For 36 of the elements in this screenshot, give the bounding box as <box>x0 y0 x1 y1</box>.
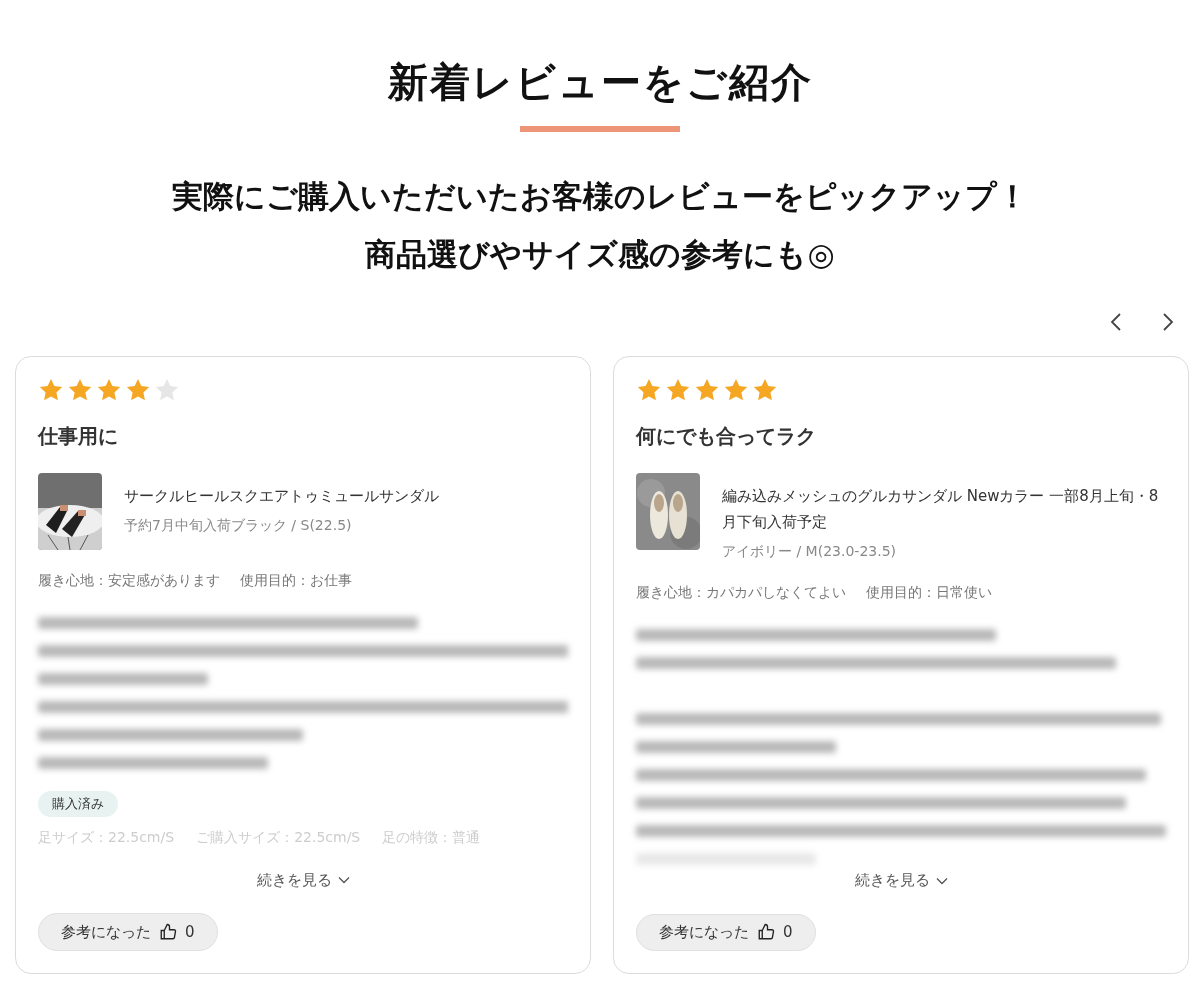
star-icon <box>723 377 749 403</box>
star-icon <box>96 377 122 403</box>
helpful-button[interactable]: 参考になった 0 <box>38 913 218 951</box>
review-attribute: 履き心地：カパカパしなくてよい <box>636 583 846 602</box>
helpful-count: 0 <box>783 922 793 944</box>
star-icon <box>154 377 180 403</box>
chevron-down-icon <box>337 875 350 884</box>
star-icon <box>67 377 93 403</box>
show-more-button[interactable]: 続きを見る <box>854 869 948 892</box>
helpful-count: 0 <box>185 921 195 943</box>
star-icon <box>752 377 778 403</box>
review-attribute: 使用目的：日常使い <box>866 583 992 602</box>
purchased-badge: 購入済み <box>38 791 118 817</box>
subtitle-line: 商品選びやサイズ感の参考にも◎ <box>365 235 835 274</box>
review-attribute: 履き心地：安定感があります <box>38 571 220 590</box>
previous-arrow-icon[interactable] <box>1110 312 1122 332</box>
helpful-button[interactable]: 参考になった 0 <box>636 913 816 951</box>
star-icon <box>665 377 691 403</box>
chevron-down-icon <box>935 876 948 885</box>
product-link[interactable]: サークルヒールスクエアトゥミュールサンダル <box>124 483 439 509</box>
review-attribute: 使用目的：お仕事 <box>240 571 352 590</box>
thumbs-up-icon <box>757 923 775 942</box>
thumbs-up-icon <box>159 923 177 941</box>
star-icon <box>125 377 151 403</box>
review-title: 仕事用に <box>38 423 119 450</box>
star-icon <box>694 377 720 403</box>
product-link[interactable]: 編み込みメッシュのグルカサンダル Newカラー 一部8月上旬・8月下旬入荷予定 <box>722 483 1166 535</box>
section-heading: 新着レビューをご紹介 <box>387 58 813 107</box>
review-title: 何にでも合ってラク <box>636 423 817 450</box>
star-icon <box>636 377 662 403</box>
star-icon <box>38 377 64 403</box>
subtitle-line: 実際にご購入いただいたお客様のレビューをピックアップ！ <box>172 177 1028 216</box>
show-more-button[interactable]: 続きを見る <box>256 868 350 891</box>
product-variant: アイボリー / M(23.0-23.5) <box>722 542 897 561</box>
next-arrow-icon[interactable] <box>1162 312 1174 332</box>
product-variant: 予約7月中旬入荷ブラック / S(22.5) <box>124 516 353 535</box>
